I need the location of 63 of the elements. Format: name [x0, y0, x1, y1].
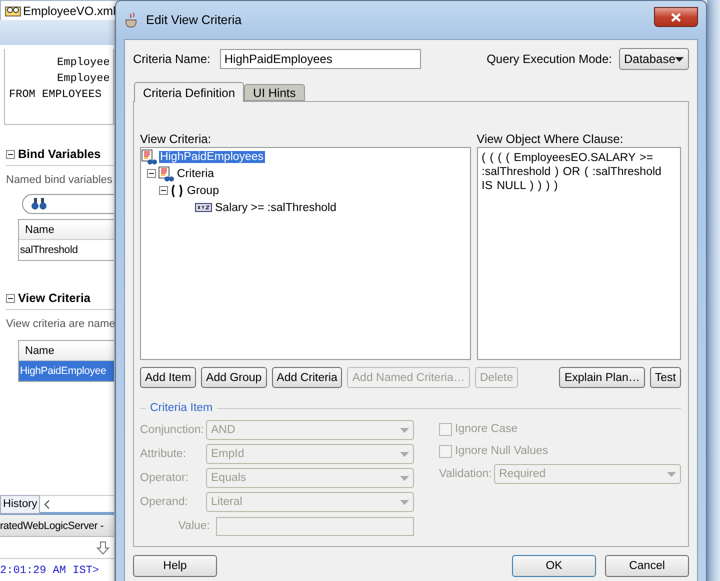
field-label: Criteria Name: [133, 52, 210, 66]
collapse-icon[interactable] [147, 169, 156, 178]
section-title: Bind Variables [18, 147, 101, 161]
history-tab[interactable]: History [0, 494, 40, 514]
field-label: Value: [177, 520, 211, 532]
query-action-button[interactable]: Test [650, 367, 681, 388]
tab[interactable]: Criteria Definition [134, 82, 244, 102]
collapse-icon[interactable] [159, 186, 168, 195]
tree-item[interactable]: Group [186, 184, 220, 196]
field-label: Query Execution Mode: [486, 52, 612, 66]
tree-item[interactable]: HighPaidEmployees [159, 150, 265, 162]
dialog-button[interactable]: Cancel [605, 555, 689, 577]
caret-icon [667, 472, 676, 476]
criteria-name-field[interactable]: HighPaidEmployees [220, 49, 422, 69]
variable-icon [195, 203, 212, 212]
log-line: 2:01:29 AM IST> [0, 564, 100, 577]
glasses-icon [5, 4, 21, 16]
dialog-title: Edit View Criteria [146, 13, 242, 27]
section-label: View Criteria: [140, 132, 212, 146]
group-title: Criteria Item [150, 402, 213, 414]
tab-label: EmployeeVO.xml [23, 4, 116, 18]
field-label: Validation: [439, 468, 493, 480]
where-clause-text: ( ( ( ( EmployeesEO.SALARY >= :salThreshold ) OR ( :salThreshold IS NULL ) ) ) ) [482, 151, 662, 193]
chevron-left-icon[interactable] [44, 500, 50, 508]
tree-item[interactable]: Salary >= :salThreshold [214, 202, 338, 214]
field-label: Operand: [140, 496, 189, 508]
list-binoculars-icon [158, 166, 174, 182]
section-label: View Object Where Clause: [476, 132, 624, 146]
caret-icon [675, 56, 684, 62]
query-mode-select[interactable]: Database [619, 48, 689, 70]
log-title[interactable]: ratedWebLogicServer - [0, 515, 114, 537]
code-line: Employee [56, 56, 111, 71]
tree-action-button[interactable]: Add Criteria [272, 367, 342, 388]
binoculars-icon [31, 198, 47, 210]
dialog-button[interactable]: OK [512, 555, 596, 577]
field-label: Operator: [140, 472, 190, 484]
arrow-down-icon[interactable] [96, 540, 110, 554]
caret-icon [400, 500, 409, 504]
collapse-icon[interactable] [6, 150, 15, 158]
caret-icon [400, 476, 409, 480]
code-editor[interactable]: Employee Employee FROM EMPLOYEES [4, 49, 114, 125]
section-title: View Criteria [18, 291, 90, 305]
code-line: Employee [56, 72, 111, 87]
table-row[interactable]: HighPaidEmployee [19, 361, 114, 381]
collapse-icon[interactable] [6, 294, 15, 302]
close-icon [671, 12, 681, 22]
caret-icon [400, 428, 409, 432]
tree-action-button[interactable]: Add Group [201, 367, 267, 388]
field-label: Attribute: [140, 448, 188, 460]
code-line: FROM EMPLOYEES [9, 88, 102, 103]
tree-item[interactable]: Criteria [176, 168, 216, 180]
section-description: Named bind variables [6, 174, 114, 186]
search-field[interactable] [22, 194, 114, 214]
parentheses-icon [170, 184, 184, 198]
close-button[interactable] [654, 7, 698, 27]
editor-tab[interactable]: EmployeeVO.xml [0, 0, 121, 20]
section-description: View criteria are name [6, 318, 114, 330]
tree-action-button[interactable]: Add Item [140, 367, 196, 388]
query-action-button[interactable]: Explain Plan… [559, 367, 645, 388]
tab[interactable]: UI Hints [244, 84, 305, 101]
field-label: Conjunction: [140, 424, 205, 436]
caret-icon [400, 452, 409, 456]
dialog-button[interactable]: Help [133, 555, 217, 577]
